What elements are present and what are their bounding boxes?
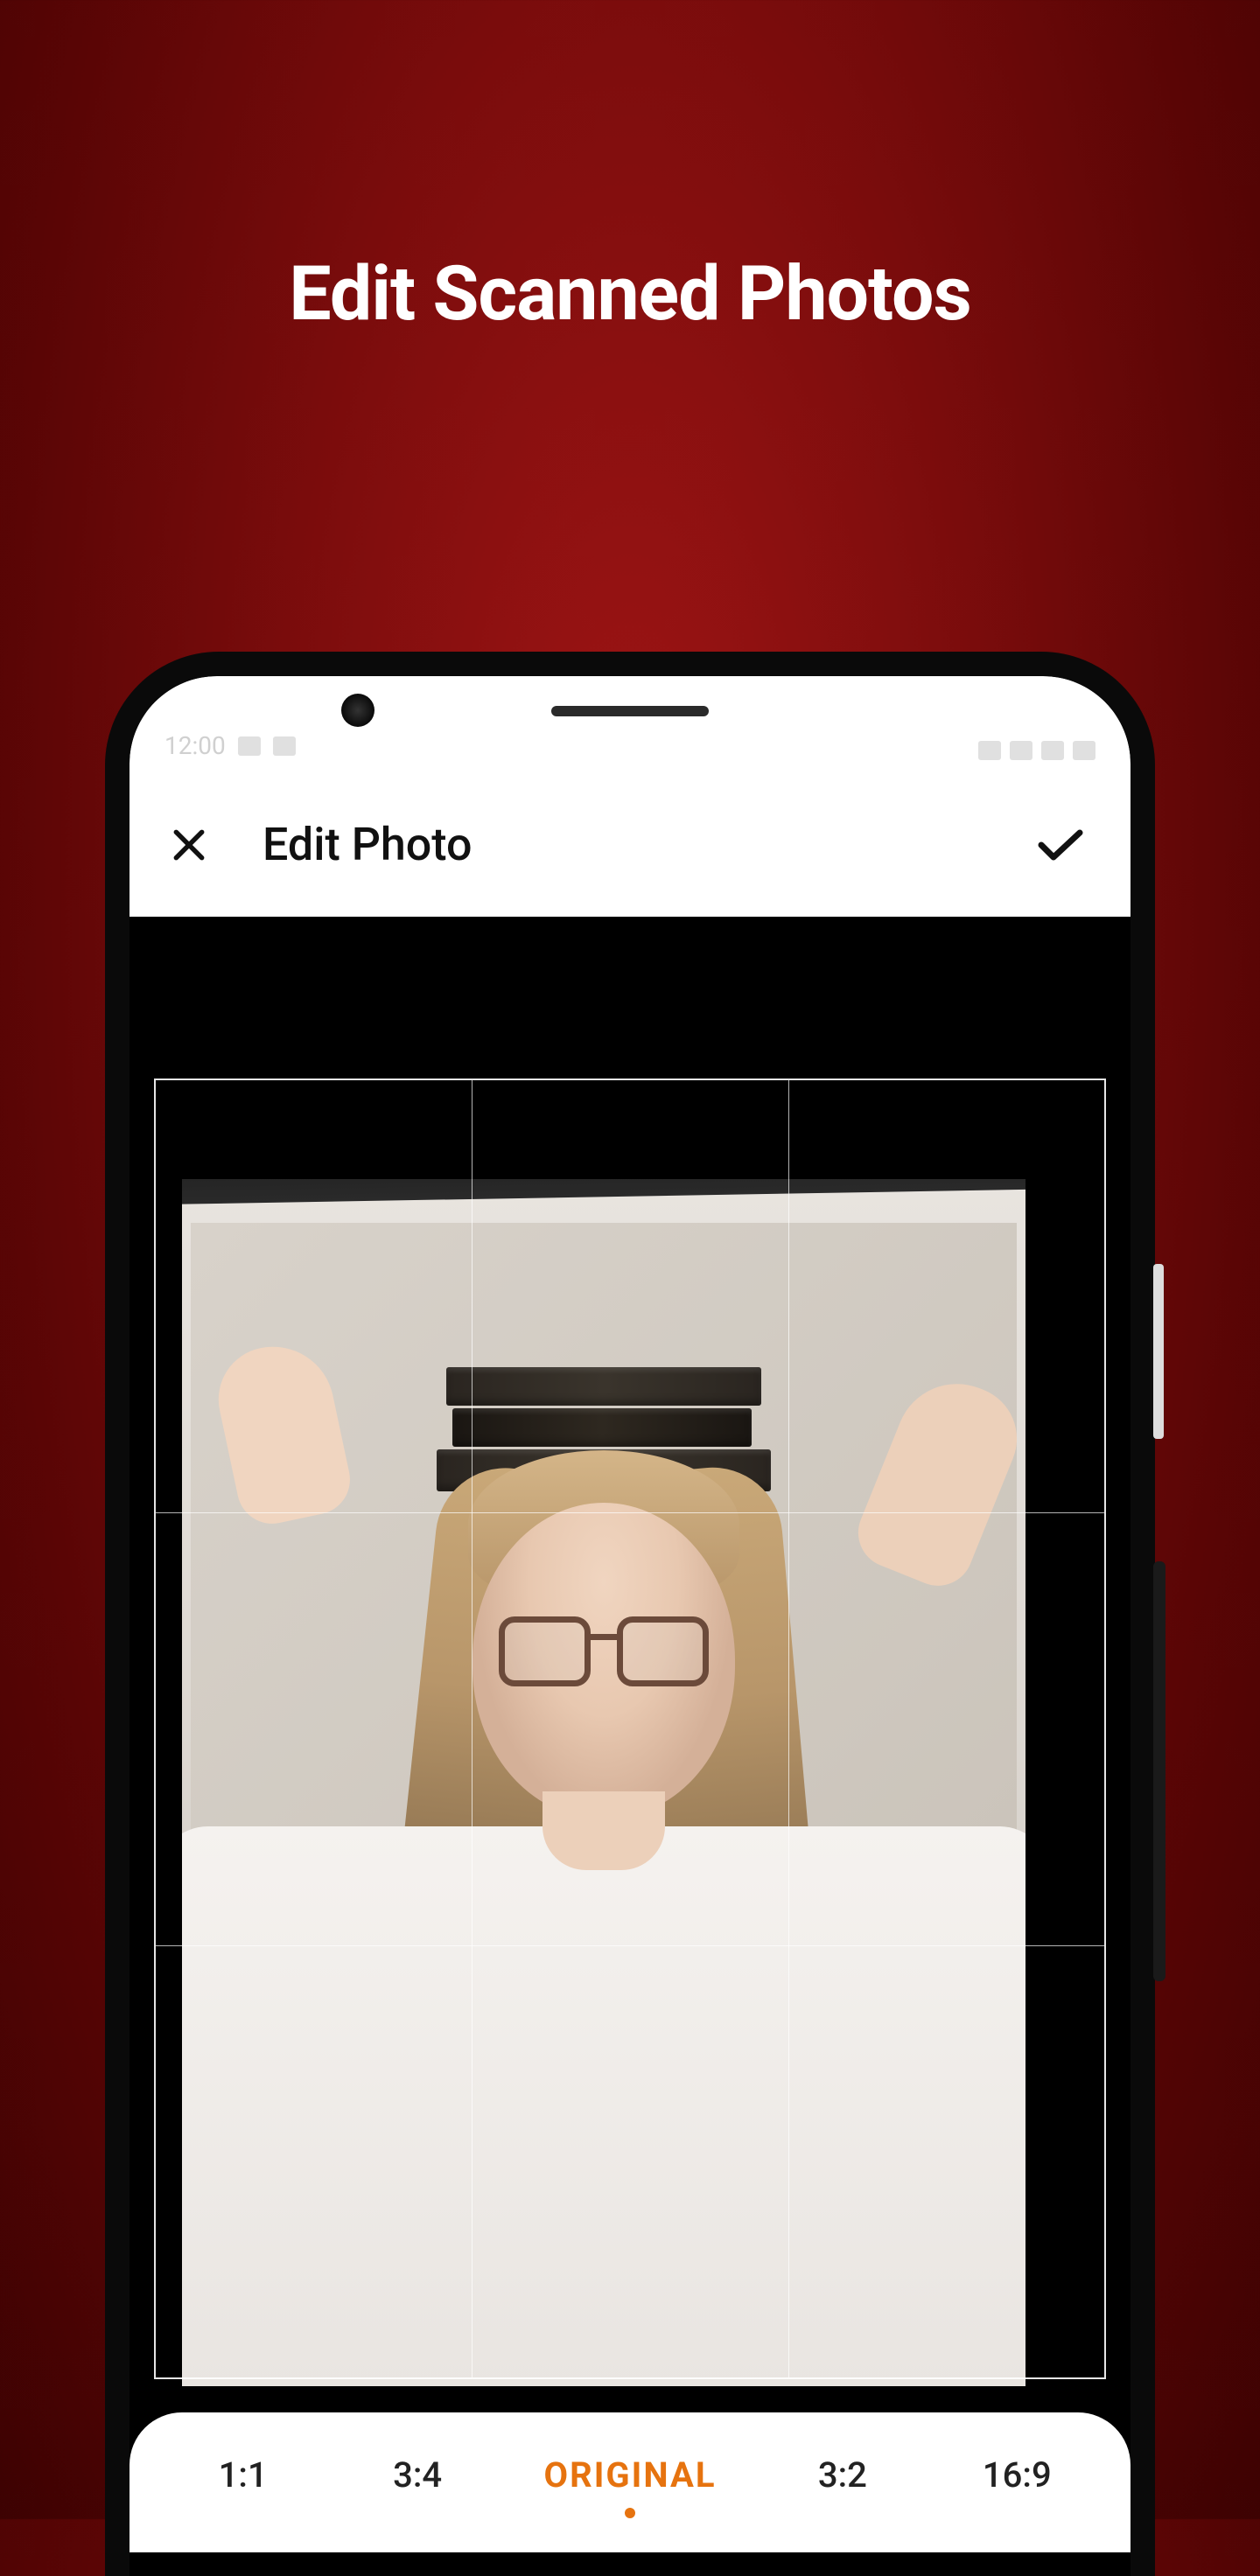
ratio-option-3-2[interactable]: 3:2: [794, 2454, 891, 2496]
photo-editor-canvas[interactable]: [130, 917, 1130, 2412]
status-notification-icon: [238, 736, 261, 756]
ratio-label: 1:1: [219, 2454, 268, 2496]
ratio-option-original[interactable]: ORIGINAL: [544, 2454, 717, 2518]
close-icon: [170, 826, 208, 864]
status-mute-icon: [978, 741, 1001, 760]
check-icon: [1036, 824, 1085, 866]
phone-device-frame: 12:00 Edit Photo: [105, 652, 1155, 2576]
ratio-label: 3:2: [818, 2454, 867, 2496]
ratio-option-16-9[interactable]: 16:9: [969, 2454, 1065, 2496]
ratio-label: ORIGINAL: [544, 2454, 717, 2496]
ratio-label: 16:9: [983, 2454, 1052, 2496]
status-wifi-icon: [1010, 741, 1032, 760]
ratio-option-3-4[interactable]: 3:4: [369, 2454, 466, 2496]
active-indicator-dot: [625, 2508, 635, 2518]
status-signal-icon: [1041, 741, 1064, 760]
crop-gridline: [788, 1080, 789, 2377]
screen-title: Edit Photo: [262, 818, 1034, 871]
status-bar: 12:00: [130, 676, 1130, 772]
phone-speaker: [551, 706, 709, 716]
phone-volume-button: [1153, 1264, 1164, 1439]
phone-screen: 12:00 Edit Photo: [130, 676, 1130, 2576]
aspect-ratio-bar: 1:1 3:4 ORIGINAL 3:2 16:9: [130, 2412, 1130, 2552]
crop-frame[interactable]: [154, 1079, 1106, 2379]
close-button[interactable]: [164, 820, 214, 869]
ratio-label: 3:4: [393, 2454, 442, 2496]
hero-title: Edit Scanned Photos: [0, 249, 1260, 338]
status-battery-icon: [1073, 741, 1096, 760]
status-bar-right: [978, 741, 1096, 760]
crop-gridline: [156, 1512, 1104, 1513]
ratio-option-1-1[interactable]: 1:1: [195, 2454, 291, 2496]
phone-power-button: [1153, 1561, 1166, 1981]
status-image-icon: [273, 736, 296, 756]
crop-gridline: [156, 1945, 1104, 1946]
phone-front-camera: [341, 694, 374, 727]
status-time: 12:00: [164, 731, 226, 760]
confirm-button[interactable]: [1034, 819, 1087, 871]
app-bar: Edit Photo: [130, 772, 1130, 917]
status-bar-left: 12:00: [164, 731, 296, 760]
